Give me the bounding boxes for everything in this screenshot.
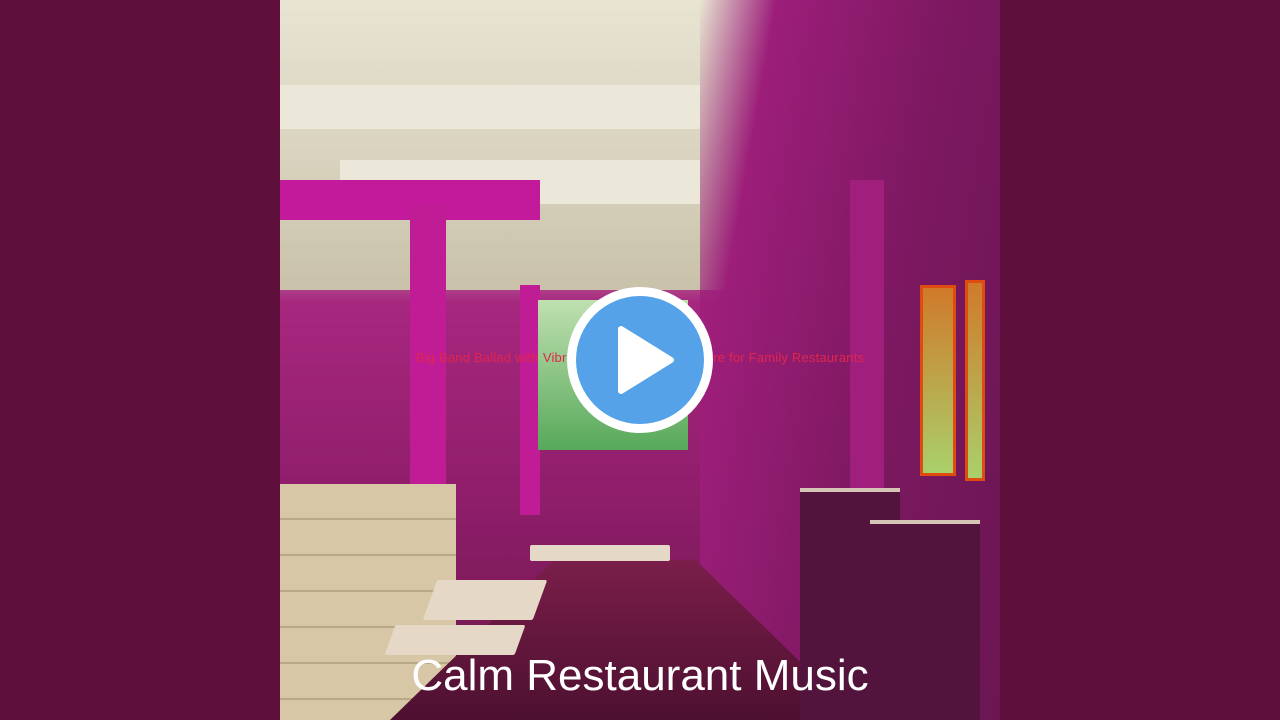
artwork-pillar	[520, 285, 540, 515]
play-icon	[618, 326, 674, 394]
right-letterbox	[1000, 0, 1280, 720]
artwork-window	[965, 280, 985, 481]
play-button[interactable]	[567, 287, 713, 433]
artwork-table	[530, 545, 670, 561]
left-letterbox	[0, 0, 280, 720]
artwork-window	[920, 285, 956, 476]
artwork-pillar	[410, 205, 446, 485]
thumbnail-caption: Calm Restaurant Music	[411, 651, 869, 700]
artwork-ceiling-beam	[280, 85, 700, 129]
artwork-table	[422, 580, 548, 620]
